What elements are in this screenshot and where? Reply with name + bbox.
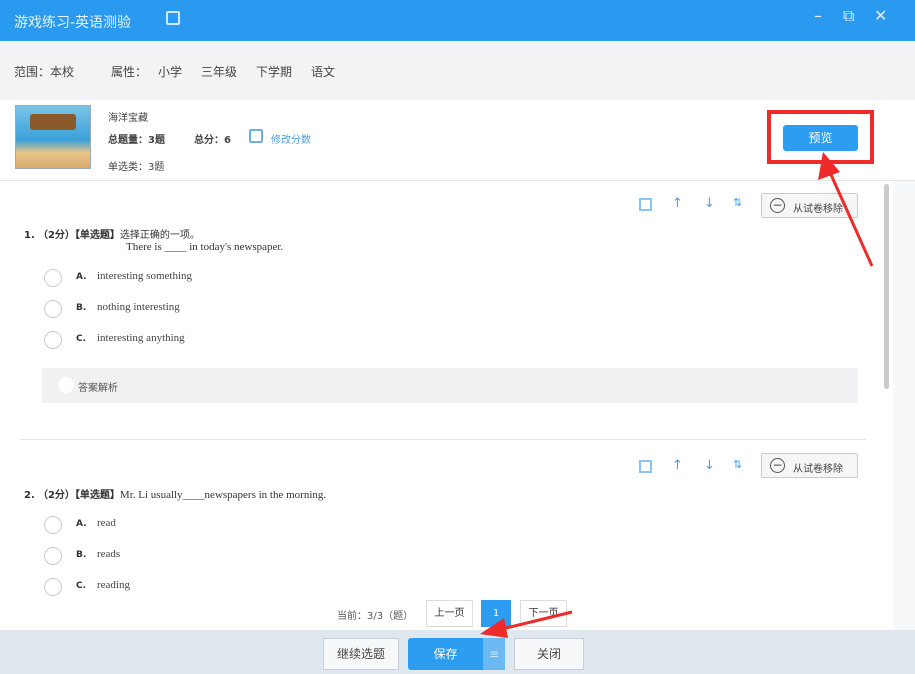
remove-question-button[interactable]: − 从试卷移除 (761, 453, 858, 478)
minus-circle-icon: − (770, 458, 785, 473)
single-choice-count: 单选类：3题 (108, 162, 165, 173)
radio[interactable] (44, 331, 62, 349)
edit-question-icon[interactable] (639, 198, 652, 211)
radio[interactable] (44, 269, 62, 287)
total-count: 总题量：3题 (108, 135, 165, 146)
answer-analysis-toggle[interactable]: 答案解析 (42, 368, 858, 403)
attr-label: 属性： (111, 65, 148, 79)
divider (20, 439, 866, 440)
scrollbar-thumb[interactable] (884, 184, 889, 389)
question-1: 1. （2分）【单选题】选择正确的一项。 There is ____ in to… (24, 230, 284, 253)
paper-name: 海洋宝藏 (108, 113, 148, 124)
edit-question-icon[interactable] (639, 460, 652, 473)
radio[interactable] (44, 547, 62, 565)
minus-circle-icon: − (770, 198, 785, 213)
continue-select-button[interactable]: 继续选题 (323, 638, 399, 670)
swap-icon[interactable]: ⇅ (733, 196, 742, 209)
close-window-button[interactable]: ✕ (874, 6, 887, 25)
prev-page-button[interactable]: 上一页 (426, 600, 473, 627)
edit-score-icon[interactable] (249, 129, 263, 143)
total-score: 总分：6 (194, 135, 231, 146)
save-button[interactable]: 保存 (408, 638, 483, 670)
question-2: 2. （2分）【单选题】Mr. Li usually____newspapers… (24, 489, 327, 501)
swap-icon[interactable]: ⇅ (733, 458, 742, 471)
move-up-icon[interactable]: ↑ (672, 196, 683, 211)
scrollbar-track[interactable] (893, 181, 915, 630)
edit-title-icon[interactable] (166, 11, 180, 25)
move-down-icon[interactable]: ↓ (704, 196, 715, 211)
scope-label: 范围：本校 (14, 65, 75, 79)
page-1-button[interactable]: 1 (481, 600, 511, 627)
save-menu-button[interactable]: ≡ (483, 638, 505, 670)
radio[interactable] (44, 578, 62, 596)
filter-bar: 范围：本校 属性： 小学 三年级 下学期 语文 (0, 41, 915, 100)
attr-stage: 小学 (158, 65, 183, 79)
attr-term: 下学期 (256, 65, 293, 79)
pager-status: 当前：3/3（题） (337, 611, 414, 622)
title-bar: 游戏练习-英语测验 – ⧉ ✕ (0, 0, 915, 41)
move-up-icon[interactable]: ↑ (672, 458, 683, 473)
radio[interactable] (44, 516, 62, 534)
edit-score-link[interactable]: 修改分数 (271, 131, 311, 146)
attr-grade: 三年级 (201, 65, 238, 79)
attr-subject: 语文 (311, 65, 336, 79)
preview-button[interactable]: 预览 (783, 125, 858, 151)
remove-question-button[interactable]: − 从试卷移除 (761, 193, 858, 218)
next-page-button[interactable]: 下一页 (520, 600, 567, 627)
minimize-button[interactable]: – (814, 6, 822, 25)
move-down-icon[interactable]: ↓ (704, 458, 715, 473)
window-title: 游戏练习-英语测验 (14, 15, 132, 31)
game-thumbnail (15, 105, 91, 169)
close-button[interactable]: 关闭 (514, 638, 584, 670)
radio[interactable] (44, 300, 62, 318)
restore-button[interactable]: ⧉ (843, 6, 854, 26)
